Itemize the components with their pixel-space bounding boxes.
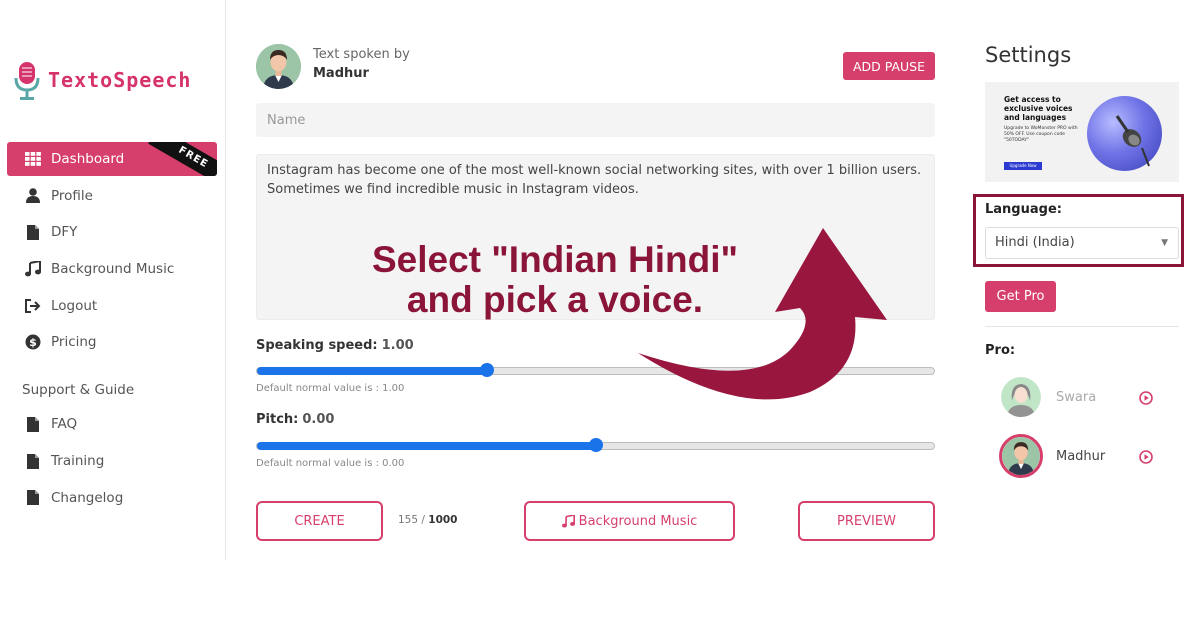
sidebar: TextoSpeech Dashboard FREE Profile DFY B… (0, 0, 226, 560)
speaker-name: Madhur (313, 66, 369, 81)
language-select[interactable]: Hindi (India) ▼ (985, 227, 1179, 259)
preview-button[interactable]: PREVIEW (798, 501, 935, 541)
sidebar-item-label: Logout (51, 297, 98, 314)
annotation-line-1: Select "Indian Hindi" (371, 239, 739, 280)
sidebar-item-dfy[interactable]: DFY (7, 215, 217, 249)
file-icon (24, 415, 42, 433)
speed-slider-fill (257, 367, 488, 375)
sidebar-item-dashboard[interactable]: Dashboard FREE (7, 142, 217, 176)
music-icon (561, 514, 575, 528)
microphone-logo-icon (14, 62, 40, 100)
logout-icon (24, 297, 42, 315)
annotation-line-2: and pick a voice. (406, 279, 704, 320)
pitch-value: 0.00 (302, 412, 335, 427)
pitch-label: Pitch: (256, 412, 299, 427)
pitch-slider-thumb[interactable] (588, 438, 603, 452)
brand-logo[interactable]: TextoSpeech (12, 58, 191, 102)
sidebar-item-logout[interactable]: Logout (7, 289, 217, 323)
voice-name: Swara (1056, 389, 1097, 405)
sidebar-item-label: Pricing (51, 334, 97, 351)
play-icon[interactable] (1139, 390, 1153, 405)
sidebar-item-label: Dashboard (51, 151, 125, 167)
promo-headline: Get access to exclusive voices and langu… (1004, 95, 1073, 122)
sidebar-item-background-music[interactable]: Background Music (7, 252, 217, 286)
sidebar-item-training[interactable]: Training (7, 444, 217, 478)
voice-item-madhur[interactable]: Madhur (999, 434, 1181, 478)
speed-label-row: Speaking speed: 1.00 (256, 338, 414, 353)
sidebar-nav: Dashboard FREE Profile DFY Background Mu… (7, 142, 217, 518)
promo-banner[interactable]: Get access to exclusive voices and langu… (985, 82, 1179, 182)
sidebar-item-faq[interactable]: FAQ (7, 407, 217, 441)
speaker-avatar (256, 44, 301, 89)
brand-name: TextoSpeech (48, 68, 192, 92)
grid-icon (24, 150, 42, 168)
sidebar-item-profile[interactable]: Profile (7, 179, 217, 213)
sidebar-item-label: DFY (51, 224, 78, 241)
add-pause-button[interactable]: ADD PAUSE (843, 52, 935, 80)
support-heading: Support & Guide (22, 382, 135, 399)
divider (985, 326, 1179, 327)
caret-down-icon: ▼ (1161, 238, 1168, 248)
background-music-label: Background Music (578, 513, 698, 529)
language-value: Hindi (India) (995, 235, 1075, 250)
music-icon (24, 260, 42, 278)
char-count: 155 (398, 514, 419, 526)
svg-text:$: $ (29, 336, 37, 349)
language-highlight: Language: Hindi (India) ▼ (973, 194, 1184, 267)
voice-item-swara[interactable]: Swara (1001, 375, 1181, 419)
sidebar-item-label: FAQ (51, 416, 78, 433)
promo-upgrade-button[interactable]: Upgrade Now (1004, 162, 1042, 170)
speed-value: 1.00 (381, 338, 414, 353)
microphone-globe-icon (1087, 96, 1162, 171)
char-limit: 1000 (428, 514, 458, 526)
file-icon (24, 489, 42, 507)
spoken-by-label: Text spoken by (313, 47, 410, 62)
sidebar-item-label: Changelog (51, 489, 124, 506)
speed-label: Speaking speed: (256, 338, 378, 353)
sidebar-item-label: Training (51, 453, 105, 470)
speed-slider-thumb[interactable] (480, 363, 495, 377)
create-button[interactable]: CREATE (256, 501, 383, 541)
pitch-help: Default normal value is : 0.00 (256, 458, 405, 469)
char-counter: 155 / 1000 (398, 514, 458, 526)
user-icon (24, 187, 42, 205)
pitch-slider-fill (257, 442, 596, 450)
female-avatar-icon (1001, 377, 1041, 417)
sidebar-item-changelog[interactable]: Changelog (7, 481, 217, 515)
pitch-label-row: Pitch: 0.00 (256, 412, 334, 427)
speed-help: Default normal value is : 1.00 (256, 383, 405, 394)
pitch-slider[interactable] (256, 438, 935, 452)
promo-subtext: Upgrade to WoMonster PRO with 50% OFF. U… (1004, 126, 1078, 143)
settings-title: Settings (985, 43, 1072, 67)
free-badge: FREE (148, 142, 217, 176)
play-icon[interactable] (1139, 449, 1153, 464)
sidebar-item-label: Profile (51, 187, 93, 204)
pro-label: Pro: (985, 343, 1016, 358)
language-label: Language: (985, 202, 1062, 217)
name-input[interactable] (256, 103, 935, 137)
get-pro-button[interactable]: Get Pro (985, 281, 1056, 312)
sidebar-item-pricing[interactable]: $ Pricing (7, 325, 217, 359)
male-avatar-icon (999, 434, 1043, 478)
file-icon (24, 452, 42, 470)
sidebar-item-label: Background Music (51, 261, 175, 278)
voice-name: Madhur (1056, 448, 1106, 464)
file-icon (24, 223, 42, 241)
settings-panel: Settings Get access to exclusive voices … (973, 0, 1185, 628)
annotation-callout: Select "Indian Hindi" and pick a voice. (330, 240, 780, 320)
background-music-button[interactable]: Background Music (524, 501, 735, 541)
dollar-icon: $ (24, 333, 42, 351)
